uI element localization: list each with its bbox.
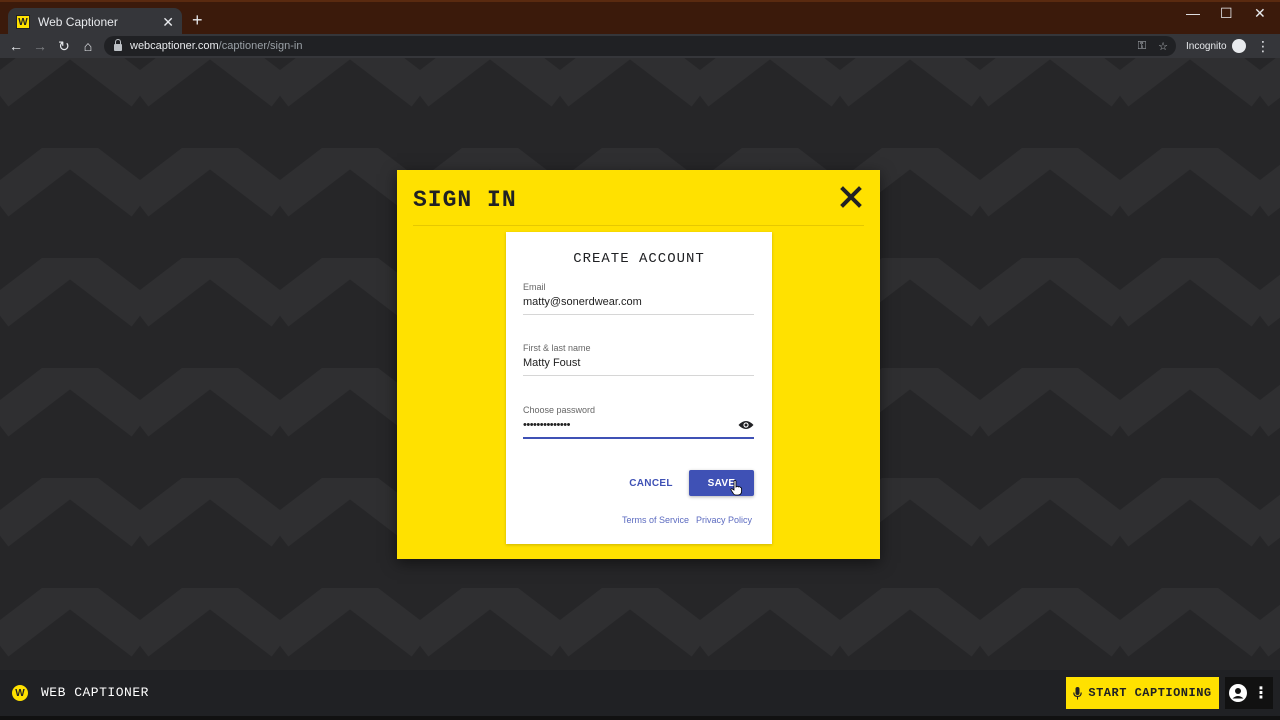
browser-menu-icon[interactable]: ⋮ [1256, 34, 1270, 58]
minimize-icon[interactable]: — [1186, 5, 1200, 21]
more-options-icon: ⋮ [1253, 685, 1269, 702]
tab-favicon-icon: W [16, 15, 30, 29]
incognito-indicator[interactable]: Incognito [1186, 34, 1246, 58]
brand-name: WEB CAPTIONER [41, 685, 149, 700]
modal-divider [413, 225, 864, 226]
browser-tab[interactable]: W Web Captioner ✕ [8, 8, 182, 36]
home-icon[interactable]: ⌂ [76, 34, 100, 58]
privacy-link[interactable]: Privacy Policy [696, 515, 752, 525]
account-menu-button[interactable]: ⋮ [1225, 677, 1273, 709]
address-bar[interactable]: webcaptioner.com/captioner/sign-in ⚿ ☆ [104, 36, 1176, 56]
save-button[interactable]: SAVE [689, 470, 754, 496]
incognito-icon [1231, 39, 1246, 53]
tab-close-icon[interactable]: ✕ [162, 14, 174, 31]
brand-logo-icon: W [12, 685, 28, 701]
email-field[interactable]: Email matty@sonerdwear.com [523, 282, 754, 315]
new-tab-button[interactable]: + [192, 11, 203, 29]
url-host: webcaptioner.com [130, 40, 219, 52]
password-label: Choose password [523, 405, 596, 415]
name-input[interactable]: Matty Foust [523, 357, 754, 371]
maximize-icon[interactable]: ☐ [1220, 5, 1233, 22]
url-path: /captioner/sign-in [218, 40, 303, 52]
terms-link[interactable]: Terms of Service [622, 515, 689, 525]
eye-icon[interactable] [738, 420, 754, 430]
cancel-button[interactable]: CANCEL [624, 470, 678, 496]
back-arrow-icon[interactable]: ← [4, 34, 28, 58]
window-close-icon[interactable]: ✕ [1254, 5, 1266, 22]
email-input[interactable]: matty@sonerdwear.com [523, 296, 754, 310]
sign-in-modal: SIGN IN CREATE ACCOUNT Email matty@soner… [397, 170, 880, 559]
reload-icon[interactable]: ↻ [52, 34, 76, 58]
account-icon [1229, 684, 1247, 702]
microphone-icon [1073, 686, 1083, 699]
bottom-edge [0, 716, 1280, 720]
name-field[interactable]: First & last name Matty Foust [523, 343, 754, 376]
create-account-card: CREATE ACCOUNT Email matty@sonerdwear.co… [506, 232, 772, 544]
card-title: CREATE ACCOUNT [573, 251, 705, 267]
password-input[interactable]: •••••••••••••• [523, 419, 754, 433]
lock-icon [114, 39, 122, 51]
name-label: First & last name [523, 343, 591, 353]
hand-cursor-icon [730, 480, 742, 496]
name-underline [523, 375, 754, 376]
close-icon[interactable] [840, 186, 862, 208]
start-captioning-button[interactable]: START CAPTIONING [1066, 677, 1219, 709]
forward-arrow-icon[interactable]: → [28, 34, 52, 58]
modal-title: SIGN IN [413, 187, 517, 213]
email-label: Email [523, 282, 546, 292]
key-icon[interactable]: ⚿ [1138, 40, 1146, 53]
bottom-bar: W WEB CAPTIONER START CAPTIONING ⋮ [0, 670, 1280, 716]
password-underline [523, 437, 754, 439]
email-underline [523, 314, 754, 315]
browser-titlebar: W Web Captioner ✕ + — ☐ ✕ [0, 0, 1280, 36]
star-icon[interactable]: ☆ [1158, 40, 1168, 53]
incognito-label: Incognito [1186, 40, 1227, 52]
start-captioning-label: START CAPTIONING [1088, 686, 1212, 700]
browser-toolbar: ← → ↻ ⌂ webcaptioner.com/captioner/sign-… [0, 34, 1280, 58]
password-field[interactable]: Choose password •••••••••••••• [523, 405, 754, 439]
tab-title: Web Captioner [38, 15, 118, 29]
